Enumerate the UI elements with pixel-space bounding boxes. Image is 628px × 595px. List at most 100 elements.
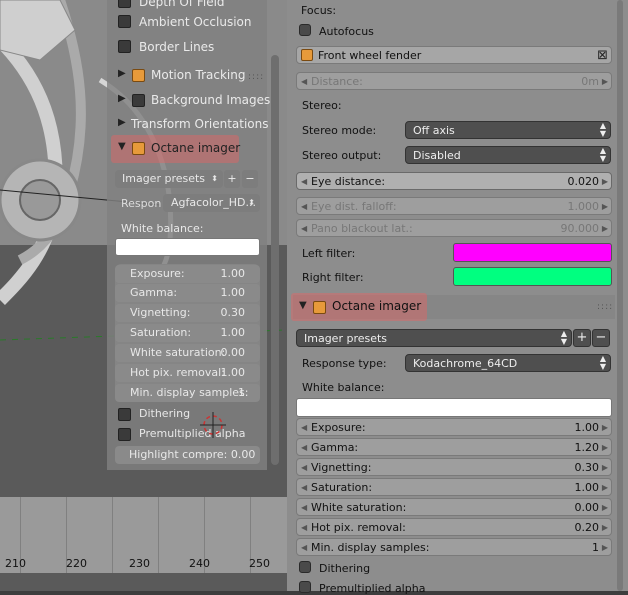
vignetting-value: 0.30: [220, 306, 246, 319]
dithering-checkbox[interactable]: [118, 408, 131, 421]
gamma-label: Gamma:: [130, 286, 178, 299]
increment-arrow-icon[interactable]: ▶: [602, 419, 608, 437]
exposure-value: 1.00: [574, 421, 600, 434]
expand-arrow-icon[interactable]: ▶: [118, 68, 126, 79]
white-saturation-field[interactable]: White saturation: 0.00: [115, 344, 260, 362]
premultiplied-alpha-checkbox[interactable]: [118, 428, 131, 441]
3d-cursor-icon[interactable]: [200, 412, 226, 438]
hot-pix-removal-field[interactable]: Hot pix. removal: 1.00: [115, 364, 260, 382]
min-display-samples-field[interactable]: ◀ Min. display samples: 1 ▶: [296, 538, 612, 556]
highlight-compression-field[interactable]: Highlight compre: 0.00: [115, 446, 260, 464]
decrement-arrow-icon[interactable]: ◀: [301, 419, 307, 437]
octane-imager-label: Octane imager: [151, 141, 241, 155]
exposure-field[interactable]: Exposure: 1.00: [115, 265, 260, 283]
autofocus-checkbox[interactable]: [299, 24, 311, 36]
increment-arrow-icon[interactable]: ▶: [602, 479, 608, 497]
collapse-arrow-icon[interactable]: ▼: [299, 300, 307, 311]
increment-arrow-icon[interactable]: ▶: [602, 439, 608, 457]
response-dropdown[interactable]: Agfacolor_HD... ⬍: [163, 194, 260, 212]
remove-preset-button[interactable]: −: [242, 170, 258, 188]
hot-pix-removal-field[interactable]: ◀ Hot pix. removal: 0.20 ▶: [296, 518, 612, 536]
eye-distance-field[interactable]: ◀ Eye distance: 0.020 ▶: [296, 172, 612, 190]
white-balance-label: White balance:: [121, 222, 204, 235]
white-balance-swatch[interactable]: [296, 398, 612, 417]
background-images-checkbox[interactable]: [132, 94, 145, 107]
exposure-label: Exposure:: [311, 421, 366, 434]
vignetting-field[interactable]: ◀ Vignetting: 0.30 ▶: [296, 458, 612, 476]
premultiplied-alpha-checkbox[interactable]: [299, 581, 311, 593]
white-saturation-value: 0.00: [574, 501, 600, 514]
eye-dist-falloff-field[interactable]: ◀ Eye dist. falloff: 1.000 ▶: [296, 197, 612, 215]
response-type-dropdown[interactable]: Kodachrome_64CD ▲ ▼: [405, 354, 611, 372]
imager-presets-dropdown[interactable]: Imager presets ▲ ▼: [296, 329, 572, 347]
octane-imager-enable-checkbox[interactable]: [313, 301, 326, 314]
properties-scrollbar[interactable]: [617, 0, 623, 591]
decrement-arrow-icon[interactable]: ◀: [301, 198, 307, 216]
imager-presets-dropdown[interactable]: Imager presets ⬍: [115, 170, 223, 188]
octane-imager-checkbox[interactable]: [132, 142, 145, 155]
decrement-arrow-icon[interactable]: ◀: [301, 173, 307, 191]
white-saturation-field[interactable]: ◀ White saturation: 0.00 ▶: [296, 498, 612, 516]
updown-icon: ⬍: [211, 174, 218, 183]
focus-object-field[interactable]: Front wheel fender ⊠: [296, 46, 612, 64]
expand-arrow-icon[interactable]: ▶: [118, 117, 126, 128]
decrement-arrow-icon[interactable]: ◀: [301, 439, 307, 457]
dithering-checkbox[interactable]: [299, 561, 311, 573]
remove-preset-button[interactable]: −: [592, 329, 610, 347]
decrement-arrow-icon[interactable]: ◀: [301, 499, 307, 517]
updown-icon: ▲ ▼: [599, 354, 606, 371]
gamma-field[interactable]: Gamma: 1.00: [115, 284, 260, 302]
saturation-field[interactable]: Saturation: 1.00: [115, 324, 260, 342]
increment-arrow-icon[interactable]: ▶: [602, 173, 608, 191]
premultiplied-alpha-label: Premultiplied alpha: [139, 427, 246, 440]
background-images-label: Background Images: [151, 93, 271, 107]
vignetting-field[interactable]: Vignetting: 0.30: [115, 304, 260, 322]
distance-field[interactable]: ◀ Distance: 0m ▶: [296, 72, 612, 90]
response-label: Respon: [121, 197, 162, 210]
imager-presets-value: Imager presets: [304, 332, 388, 345]
increment-arrow-icon[interactable]: ▶: [602, 519, 608, 537]
focus-object-value: Front wheel fender: [318, 49, 422, 62]
decrement-arrow-icon[interactable]: ◀: [301, 519, 307, 537]
increment-arrow-icon[interactable]: ▶: [602, 220, 608, 238]
stereo-output-label: Stereo output:: [302, 149, 382, 162]
frame-label: 230: [129, 557, 150, 570]
increment-arrow-icon[interactable]: ▶: [602, 198, 608, 216]
pano-blackout-field[interactable]: ◀ Pano blackout lat.: 90.000 ▶: [296, 219, 612, 237]
close-icon[interactable]: ⊠: [597, 47, 608, 65]
gamma-field[interactable]: ◀ Gamma: 1.20 ▶: [296, 438, 612, 456]
stereo-mode-dropdown[interactable]: Off axis ▲ ▼: [405, 121, 611, 139]
white-balance-swatch[interactable]: [115, 238, 260, 256]
min-display-samples-field[interactable]: Min. display samples: 1: [115, 384, 260, 402]
increment-arrow-icon[interactable]: ▶: [602, 499, 608, 517]
increment-arrow-icon[interactable]: ▶: [602, 459, 608, 477]
distance-value: 0m: [581, 75, 599, 88]
gamma-label: Gamma:: [311, 441, 359, 454]
expand-arrow-icon[interactable]: ▶: [118, 93, 126, 104]
decrement-arrow-icon[interactable]: ◀: [301, 459, 307, 477]
saturation-field[interactable]: ◀ Saturation: 1.00 ▶: [296, 478, 612, 496]
ambient-occlusion-checkbox[interactable]: [118, 15, 131, 28]
min-display-samples-value: 1: [238, 386, 245, 399]
increment-arrow-icon[interactable]: ▶: [602, 73, 608, 91]
response-type-value: Kodachrome_64CD: [413, 357, 518, 370]
border-lines-checkbox[interactable]: [118, 40, 131, 53]
decrement-arrow-icon[interactable]: ◀: [301, 73, 307, 91]
collapse-arrow-icon[interactable]: ▼: [118, 141, 126, 152]
decrement-arrow-icon[interactable]: ◀: [301, 220, 307, 238]
drag-handle-icon[interactable]: ::::: [597, 302, 613, 312]
drag-handle-icon[interactable]: ::::: [248, 72, 264, 82]
right-filter-color-swatch[interactable]: [453, 267, 612, 286]
left-filter-color-swatch[interactable]: [453, 243, 612, 262]
increment-arrow-icon[interactable]: ▶: [602, 539, 608, 557]
depth-of-field-checkbox[interactable]: [118, 0, 131, 8]
saturation-label: Saturation:: [130, 326, 192, 339]
exposure-field[interactable]: ◀ Exposure: 1.00 ▶: [296, 418, 612, 436]
add-preset-button[interactable]: +: [573, 329, 591, 347]
decrement-arrow-icon[interactable]: ◀: [301, 539, 307, 557]
frame-label: 240: [189, 557, 210, 570]
add-preset-button[interactable]: +: [224, 170, 240, 188]
decrement-arrow-icon[interactable]: ◀: [301, 479, 307, 497]
motion-tracking-checkbox[interactable]: [132, 69, 145, 82]
stereo-output-dropdown[interactable]: Disabled ▲ ▼: [405, 146, 611, 164]
